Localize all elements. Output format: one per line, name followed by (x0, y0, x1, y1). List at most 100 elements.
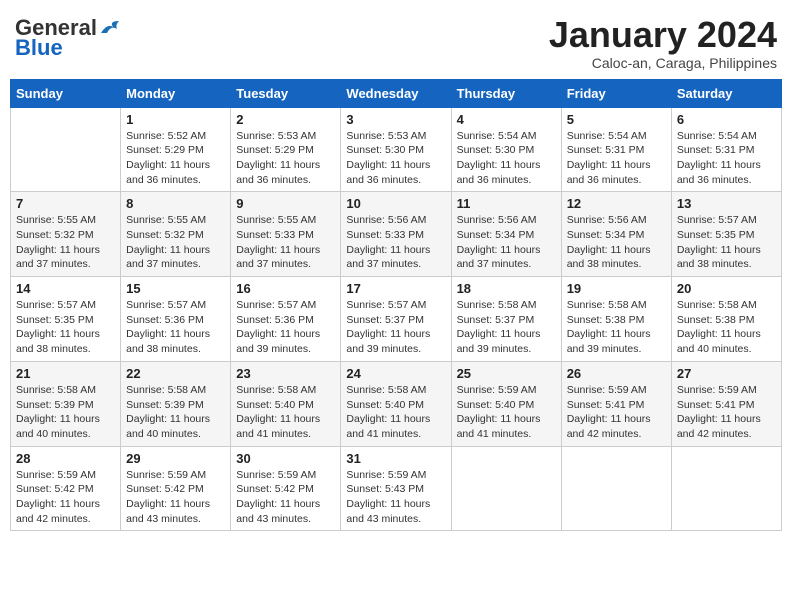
calendar-cell: 11 Sunrise: 5:56 AM Sunset: 5:34 PM Dayli… (451, 192, 561, 277)
calendar-cell: 6 Sunrise: 5:54 AM Sunset: 5:31 PM Daylig… (671, 107, 781, 192)
calendar-cell: 12 Sunrise: 5:56 AM Sunset: 5:34 PM Dayli… (561, 192, 671, 277)
day-info: Sunrise: 5:52 AM Sunset: 5:29 PM Dayligh… (126, 129, 225, 188)
calendar-cell: 9 Sunrise: 5:55 AM Sunset: 5:33 PM Daylig… (231, 192, 341, 277)
day-info: Sunrise: 5:56 AM Sunset: 5:34 PM Dayligh… (567, 213, 666, 272)
day-info: Sunrise: 5:59 AM Sunset: 5:43 PM Dayligh… (346, 468, 445, 527)
calendar-cell: 15 Sunrise: 5:57 AM Sunset: 5:36 PM Dayli… (121, 277, 231, 362)
day-info: Sunrise: 5:58 AM Sunset: 5:40 PM Dayligh… (236, 383, 335, 442)
calendar-cell: 17 Sunrise: 5:57 AM Sunset: 5:37 PM Dayli… (341, 277, 451, 362)
calendar-cell: 1 Sunrise: 5:52 AM Sunset: 5:29 PM Daylig… (121, 107, 231, 192)
day-info: Sunrise: 5:54 AM Sunset: 5:31 PM Dayligh… (567, 129, 666, 188)
day-number: 14 (16, 281, 115, 296)
day-number: 27 (677, 366, 776, 381)
calendar-cell: 25 Sunrise: 5:59 AM Sunset: 5:40 PM Dayli… (451, 361, 561, 446)
column-header-friday: Friday (561, 79, 671, 107)
calendar-cell: 7 Sunrise: 5:55 AM Sunset: 5:32 PM Daylig… (11, 192, 121, 277)
calendar-cell: 18 Sunrise: 5:58 AM Sunset: 5:37 PM Dayli… (451, 277, 561, 362)
day-info: Sunrise: 5:59 AM Sunset: 5:41 PM Dayligh… (567, 383, 666, 442)
calendar-week-row: 28 Sunrise: 5:59 AM Sunset: 5:42 PM Dayli… (11, 446, 782, 531)
day-number: 16 (236, 281, 335, 296)
calendar-cell: 22 Sunrise: 5:58 AM Sunset: 5:39 PM Dayli… (121, 361, 231, 446)
day-number: 1 (126, 112, 225, 127)
day-number: 18 (457, 281, 556, 296)
column-header-saturday: Saturday (671, 79, 781, 107)
day-info: Sunrise: 5:57 AM Sunset: 5:36 PM Dayligh… (126, 298, 225, 357)
day-number: 11 (457, 196, 556, 211)
day-number: 20 (677, 281, 776, 296)
calendar-week-row: 14 Sunrise: 5:57 AM Sunset: 5:35 PM Dayli… (11, 277, 782, 362)
calendar-cell: 13 Sunrise: 5:57 AM Sunset: 5:35 PM Dayli… (671, 192, 781, 277)
calendar-cell (671, 446, 781, 531)
day-info: Sunrise: 5:58 AM Sunset: 5:40 PM Dayligh… (346, 383, 445, 442)
day-info: Sunrise: 5:59 AM Sunset: 5:42 PM Dayligh… (126, 468, 225, 527)
day-number: 5 (567, 112, 666, 127)
calendar-cell (451, 446, 561, 531)
calendar-cell: 21 Sunrise: 5:58 AM Sunset: 5:39 PM Dayli… (11, 361, 121, 446)
column-header-monday: Monday (121, 79, 231, 107)
calendar-cell: 24 Sunrise: 5:58 AM Sunset: 5:40 PM Dayli… (341, 361, 451, 446)
day-info: Sunrise: 5:58 AM Sunset: 5:39 PM Dayligh… (126, 383, 225, 442)
day-info: Sunrise: 5:59 AM Sunset: 5:42 PM Dayligh… (16, 468, 115, 527)
day-number: 17 (346, 281, 445, 296)
day-number: 22 (126, 366, 225, 381)
calendar-week-row: 1 Sunrise: 5:52 AM Sunset: 5:29 PM Daylig… (11, 107, 782, 192)
day-info: Sunrise: 5:57 AM Sunset: 5:35 PM Dayligh… (677, 213, 776, 272)
calendar-week-row: 7 Sunrise: 5:55 AM Sunset: 5:32 PM Daylig… (11, 192, 782, 277)
calendar-cell: 31Sunrise: 5:59 AM Sunset: 5:43 PM Dayli… (341, 446, 451, 531)
calendar-table: SundayMondayTuesdayWednesdayThursdayFrid… (10, 79, 782, 532)
calendar-cell: 26 Sunrise: 5:59 AM Sunset: 5:41 PM Dayli… (561, 361, 671, 446)
calendar-cell: 10Sunrise: 5:56 AM Sunset: 5:33 PM Dayli… (341, 192, 451, 277)
day-number: 28 (16, 451, 115, 466)
calendar-cell: 19Sunrise: 5:58 AM Sunset: 5:38 PM Dayli… (561, 277, 671, 362)
calendar-cell: 30Sunrise: 5:59 AM Sunset: 5:42 PM Dayli… (231, 446, 341, 531)
day-number: 10 (346, 196, 445, 211)
calendar-cell: 27Sunrise: 5:59 AM Sunset: 5:41 PM Dayli… (671, 361, 781, 446)
logo: General Blue (15, 15, 121, 61)
day-info: Sunrise: 5:59 AM Sunset: 5:42 PM Dayligh… (236, 468, 335, 527)
calendar-cell (11, 107, 121, 192)
calendar-cell: 2Sunrise: 5:53 AM Sunset: 5:29 PM Daylig… (231, 107, 341, 192)
day-info: Sunrise: 5:58 AM Sunset: 5:38 PM Dayligh… (677, 298, 776, 357)
day-number: 24 (346, 366, 445, 381)
day-number: 7 (16, 196, 115, 211)
day-number: 25 (457, 366, 556, 381)
day-number: 21 (16, 366, 115, 381)
day-number: 2 (236, 112, 335, 127)
calendar-cell: 28 Sunrise: 5:59 AM Sunset: 5:42 PM Dayli… (11, 446, 121, 531)
day-number: 9 (236, 196, 335, 211)
day-number: 15 (126, 281, 225, 296)
day-number: 29 (126, 451, 225, 466)
calendar-week-row: 21 Sunrise: 5:58 AM Sunset: 5:39 PM Dayli… (11, 361, 782, 446)
calendar-cell: 29 Sunrise: 5:59 AM Sunset: 5:42 PM Dayli… (121, 446, 231, 531)
day-info: Sunrise: 5:54 AM Sunset: 5:31 PM Dayligh… (677, 129, 776, 188)
day-info: Sunrise: 5:59 AM Sunset: 5:40 PM Dayligh… (457, 383, 556, 442)
day-number: 12 (567, 196, 666, 211)
day-number: 8 (126, 196, 225, 211)
calendar-cell: 23Sunrise: 5:58 AM Sunset: 5:40 PM Dayli… (231, 361, 341, 446)
title-block: January 2024 Caloc-an, Caraga, Philippin… (549, 15, 777, 71)
calendar-header-row: SundayMondayTuesdayWednesdayThursdayFrid… (11, 79, 782, 107)
page-header: General Blue January 2024 Caloc-an, Cara… (10, 10, 782, 71)
calendar-cell: 14 Sunrise: 5:57 AM Sunset: 5:35 PM Dayli… (11, 277, 121, 362)
day-info: Sunrise: 5:57 AM Sunset: 5:37 PM Dayligh… (346, 298, 445, 357)
calendar-body: 1 Sunrise: 5:52 AM Sunset: 5:29 PM Daylig… (11, 107, 782, 531)
calendar-cell: 16Sunrise: 5:57 AM Sunset: 5:36 PM Dayli… (231, 277, 341, 362)
day-number: 26 (567, 366, 666, 381)
day-number: 6 (677, 112, 776, 127)
day-info: Sunrise: 5:55 AM Sunset: 5:33 PM Dayligh… (236, 213, 335, 272)
day-info: Sunrise: 5:58 AM Sunset: 5:37 PM Dayligh… (457, 298, 556, 357)
day-info: Sunrise: 5:58 AM Sunset: 5:39 PM Dayligh… (16, 383, 115, 442)
day-info: Sunrise: 5:56 AM Sunset: 5:34 PM Dayligh… (457, 213, 556, 272)
calendar-subtitle: Caloc-an, Caraga, Philippines (549, 55, 777, 71)
day-number: 13 (677, 196, 776, 211)
day-info: Sunrise: 5:57 AM Sunset: 5:35 PM Dayligh… (16, 298, 115, 357)
day-info: Sunrise: 5:58 AM Sunset: 5:38 PM Dayligh… (567, 298, 666, 357)
calendar-title: January 2024 (549, 15, 777, 55)
day-info: Sunrise: 5:55 AM Sunset: 5:32 PM Dayligh… (126, 213, 225, 272)
day-info: Sunrise: 5:53 AM Sunset: 5:30 PM Dayligh… (346, 129, 445, 188)
calendar-cell: 20 Sunrise: 5:58 AM Sunset: 5:38 PM Dayli… (671, 277, 781, 362)
column-header-thursday: Thursday (451, 79, 561, 107)
calendar-cell: 4Sunrise: 5:54 AM Sunset: 5:30 PM Daylig… (451, 107, 561, 192)
day-info: Sunrise: 5:55 AM Sunset: 5:32 PM Dayligh… (16, 213, 115, 272)
column-header-wednesday: Wednesday (341, 79, 451, 107)
